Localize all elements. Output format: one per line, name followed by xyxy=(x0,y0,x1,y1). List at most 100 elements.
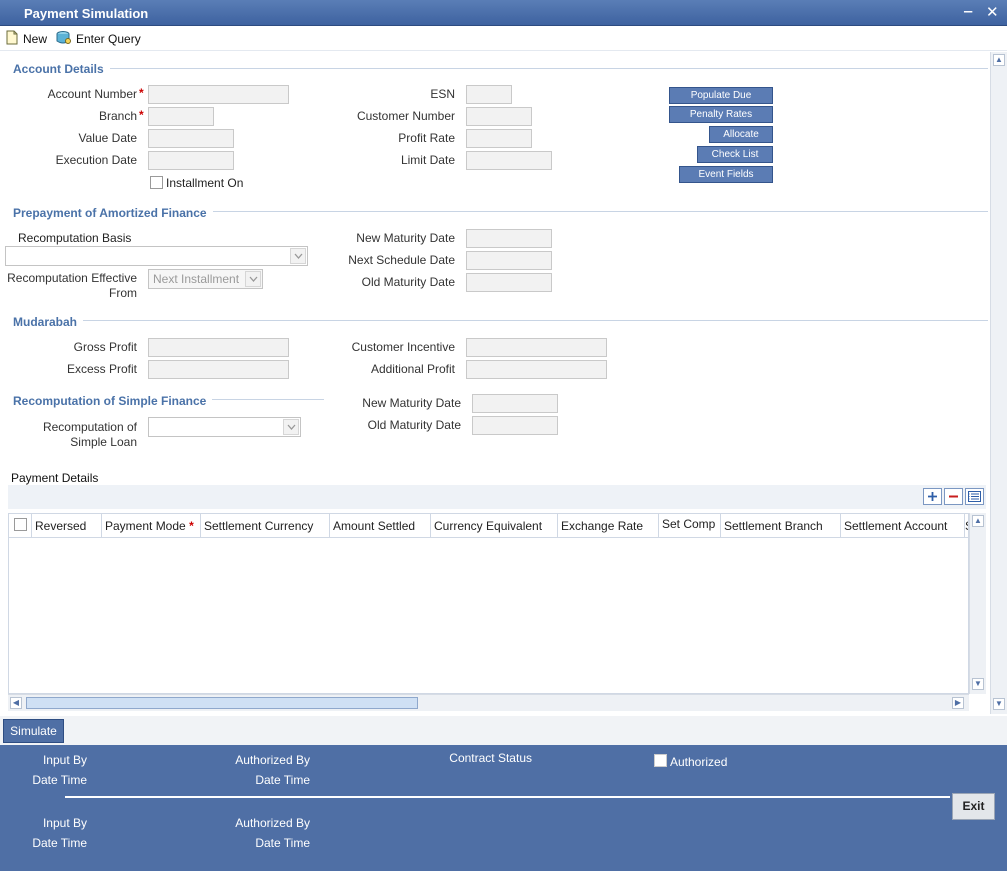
recomputation-effective-value: Next Installment xyxy=(153,272,240,286)
add-row-button[interactable] xyxy=(923,488,942,505)
date-time-label: Date Time xyxy=(32,773,87,787)
column-header[interactable]: Reversed xyxy=(32,514,102,538)
single-view-button[interactable] xyxy=(965,488,984,505)
main-vertical-scrollbar[interactable]: ▲ ▼ xyxy=(990,52,1007,714)
plus-icon xyxy=(928,492,937,501)
recomputation-simple-loan-label-2: Simple Loan xyxy=(70,435,137,449)
mudarabah-title: Mudarabah xyxy=(13,315,84,329)
limit-date-label: Limit Date xyxy=(400,153,455,167)
column-header[interactable]: Exchange Rate xyxy=(558,514,659,538)
simple-old-maturity-date-input[interactable] xyxy=(472,416,558,435)
new-button[interactable]: New xyxy=(5,30,47,48)
column-header[interactable]: Set Comp xyxy=(659,514,721,538)
minus-icon xyxy=(949,495,958,498)
additional-profit-label: Additional Profit xyxy=(370,362,455,376)
additional-profit-input[interactable] xyxy=(466,360,607,379)
simple-old-maturity-date-label: Old Maturity Date xyxy=(367,418,461,432)
branch-input[interactable] xyxy=(148,107,214,126)
next-schedule-date-input[interactable] xyxy=(466,251,552,270)
recomputation-basis-select[interactable] xyxy=(5,246,308,266)
section-divider xyxy=(110,68,988,69)
authorized-label: Authorized xyxy=(670,755,728,769)
esn-label: ESN xyxy=(430,87,455,101)
exit-button[interactable]: Exit xyxy=(952,793,995,820)
account-details-title: Account Details xyxy=(13,62,110,76)
input-by-label: Input By xyxy=(42,753,87,767)
execution-date-label: Execution Date xyxy=(55,153,137,167)
scroll-down-icon[interactable]: ▼ xyxy=(972,678,984,690)
gross-profit-input[interactable] xyxy=(148,338,289,357)
execution-date-input[interactable] xyxy=(148,151,234,170)
scroll-left-icon[interactable]: ◀ xyxy=(10,697,22,709)
simulate-button[interactable]: Simulate xyxy=(3,719,64,743)
recomputation-effective-label-from: From xyxy=(109,286,137,300)
footer-divider xyxy=(5,796,950,798)
check-list-button[interactable]: Check List xyxy=(697,146,773,163)
simple-new-maturity-date-input[interactable] xyxy=(472,394,558,413)
select-all-column xyxy=(9,514,32,538)
value-date-input[interactable] xyxy=(148,129,234,148)
grid-toolbar xyxy=(8,485,986,509)
scroll-right-icon[interactable]: ▶ xyxy=(952,697,964,709)
esn-input[interactable] xyxy=(466,85,512,104)
recomputation-simple-loan-label: Recomputation of xyxy=(42,420,137,434)
scroll-up-icon[interactable]: ▲ xyxy=(972,515,984,527)
installment-on-checkbox[interactable] xyxy=(150,176,163,189)
account-number-input[interactable] xyxy=(148,85,289,104)
event-fields-button[interactable]: Event Fields xyxy=(679,166,773,183)
new-document-icon xyxy=(5,30,19,48)
date-time-label: Date Time xyxy=(255,773,310,787)
section-divider xyxy=(206,399,324,400)
column-header[interactable]: Settlement Account xyxy=(841,514,965,538)
column-header[interactable]: Currency Equivalent xyxy=(431,514,558,538)
gross-profit-label: Gross Profit xyxy=(73,340,137,354)
penalty-rates-button[interactable]: Penalty Rates xyxy=(669,106,773,123)
column-header[interactable]: Amount Settled xyxy=(330,514,431,538)
window-title: Payment Simulation xyxy=(24,6,149,21)
close-button[interactable]: ✕ xyxy=(986,3,999,21)
allocate-button[interactable]: Allocate xyxy=(709,126,773,143)
date-time-label: Date Time xyxy=(255,836,310,850)
value-date-label: Value Date xyxy=(78,131,137,145)
select-all-checkbox[interactable] xyxy=(14,518,27,531)
populate-due-button[interactable]: Populate Due xyxy=(669,87,773,104)
column-header-payment-mode[interactable]: Payment Mode * xyxy=(102,514,201,538)
customer-incentive-input[interactable] xyxy=(466,338,607,357)
date-time-label: Date Time xyxy=(32,836,87,850)
delete-row-button[interactable] xyxy=(944,488,963,505)
installment-on-label: Installment On xyxy=(166,176,244,190)
profit-rate-input[interactable] xyxy=(466,129,532,148)
payment-details-title: Payment Details xyxy=(11,471,99,485)
grid-vertical-scrollbar[interactable]: ▲ ▼ xyxy=(969,513,986,694)
authorized-by-label: Authorized By xyxy=(235,753,310,767)
input-by-label: Input By xyxy=(42,816,87,830)
minimize-button[interactable]: ‒ xyxy=(964,3,972,20)
recomputation-simple-loan-select[interactable] xyxy=(148,417,301,437)
grid-horizontal-scrollbar[interactable]: ◀ ▶ xyxy=(8,694,969,711)
scroll-up-icon[interactable]: ▲ xyxy=(993,54,1005,66)
new-maturity-date-input[interactable] xyxy=(466,229,552,248)
scroll-thumb[interactable] xyxy=(26,697,418,709)
column-header: Payment Mode xyxy=(105,519,186,533)
chevron-down-icon xyxy=(283,419,299,435)
new-maturity-date-label: New Maturity Date xyxy=(356,231,455,245)
scroll-down-icon[interactable]: ▼ xyxy=(993,698,1005,710)
customer-number-input[interactable] xyxy=(466,107,532,126)
recomputation-basis-label: Recomputation Basis xyxy=(18,231,132,245)
recomputation-effective-select[interactable]: Next Installment xyxy=(148,269,263,289)
required-marker: * xyxy=(189,519,194,533)
authorized-checkbox[interactable] xyxy=(654,754,667,767)
old-maturity-date-input[interactable] xyxy=(466,273,552,292)
simulate-bar xyxy=(0,716,1007,745)
excess-profit-input[interactable] xyxy=(148,360,289,379)
query-icon xyxy=(55,30,72,48)
column-header[interactable]: Settlement Branch xyxy=(721,514,841,538)
title-bar xyxy=(0,0,1007,26)
enter-query-button[interactable]: Enter Query xyxy=(55,30,141,48)
column-header[interactable]: Settlement Currency xyxy=(201,514,330,538)
footer-divider-gap xyxy=(5,796,65,798)
limit-date-input[interactable] xyxy=(466,151,552,170)
section-divider xyxy=(208,211,988,212)
prepayment-title: Prepayment of Amortized Finance xyxy=(13,206,213,220)
excess-profit-label: Excess Profit xyxy=(66,362,137,376)
